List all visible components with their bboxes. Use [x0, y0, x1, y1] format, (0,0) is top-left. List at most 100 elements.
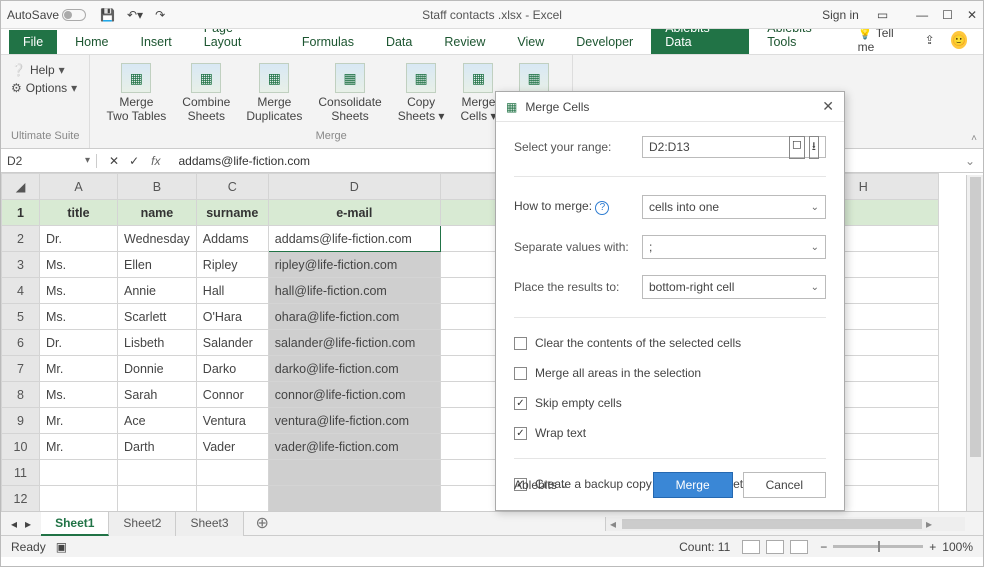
cell[interactable]: Lisbeth — [118, 330, 197, 356]
cell[interactable]: Ace — [118, 408, 197, 434]
cell[interactable] — [40, 486, 118, 512]
row-header[interactable]: 3 — [2, 252, 40, 278]
close-icon[interactable]: ✕ — [967, 8, 977, 22]
ribbon-btn-merge-duplicates[interactable]: ▦MergeDuplicates — [240, 59, 308, 127]
cell[interactable] — [40, 460, 118, 486]
tab-home[interactable]: Home — [61, 30, 122, 54]
chevron-down-icon[interactable]: ⌄ — [811, 202, 819, 213]
cell[interactable]: title — [40, 200, 118, 226]
cell[interactable] — [268, 486, 440, 512]
cell[interactable]: Ms. — [40, 278, 118, 304]
options-button[interactable]: ⚙ Options ▾ — [11, 81, 79, 95]
view-page-break-icon[interactable] — [790, 540, 808, 554]
cell[interactable]: Connor — [196, 382, 268, 408]
row-header[interactable]: 2 — [2, 226, 40, 252]
cell[interactable]: Sarah — [118, 382, 197, 408]
chevron-down-icon[interactable]: ⌄ — [811, 242, 819, 253]
row-header[interactable]: 6 — [2, 330, 40, 356]
cell[interactable]: Mr. — [40, 356, 118, 382]
row-header[interactable]: 8 — [2, 382, 40, 408]
undo-icon[interactable]: ↶▾ — [127, 8, 143, 22]
autosave-toggle[interactable]: AutoSave — [7, 8, 86, 22]
tab-formulas[interactable]: Formulas — [288, 30, 368, 54]
sheet-tab-sheet1[interactable]: Sheet1 — [41, 512, 109, 536]
row-header[interactable]: 11 — [2, 460, 40, 486]
fx-icon[interactable]: fx — [151, 154, 170, 168]
checkbox-wrap-text[interactable]: ✓Wrap text — [514, 426, 826, 440]
tab-file[interactable]: File — [9, 30, 57, 54]
cell[interactable]: hall@life-fiction.com — [268, 278, 440, 304]
cell[interactable]: Ms. — [40, 382, 118, 408]
maximize-icon[interactable]: ☐ — [942, 8, 953, 22]
cell[interactable]: Mr. — [40, 408, 118, 434]
help-button[interactable]: ❔ Help ▾ — [11, 63, 79, 77]
merge-button[interactable]: Merge — [653, 472, 733, 498]
cell[interactable]: Salander — [196, 330, 268, 356]
how-merge-select[interactable]: cells into one⌄ — [642, 195, 826, 219]
expand-formula-bar-icon[interactable]: ⌄ — [957, 154, 983, 168]
tab-view[interactable]: View — [503, 30, 558, 54]
cell[interactable]: Annie — [118, 278, 197, 304]
zoom-in-icon[interactable]: + — [929, 540, 936, 554]
macro-record-icon[interactable]: ▣ — [56, 540, 67, 554]
separator-select[interactable]: ;⌄ — [642, 235, 826, 259]
cell[interactable]: O'Hara — [196, 304, 268, 330]
cell[interactable]: ventura@life-fiction.com — [268, 408, 440, 434]
column-header-A[interactable]: A — [40, 174, 118, 200]
cell[interactable]: Ventura — [196, 408, 268, 434]
cell[interactable]: Ellen — [118, 252, 197, 278]
minimize-icon[interactable]: — — [916, 8, 928, 22]
checkbox-clear-contents[interactable]: Clear the contents of the selected cells — [514, 336, 826, 350]
zoom-out-icon[interactable]: − — [820, 540, 827, 554]
cell[interactable]: name — [118, 200, 197, 226]
help-icon[interactable]: ? — [595, 201, 609, 215]
column-header-B[interactable]: B — [118, 174, 197, 200]
tab-insert[interactable]: Insert — [127, 30, 186, 54]
redo-icon[interactable]: ↷ — [155, 8, 165, 22]
view-normal-icon[interactable] — [742, 540, 760, 554]
tab-review[interactable]: Review — [430, 30, 499, 54]
name-box[interactable]: D2▾ — [1, 154, 97, 168]
zoom-control[interactable]: − + 100% — [820, 540, 973, 554]
cell[interactable]: Darko — [196, 356, 268, 382]
ribbon-btn-merge-two-tables[interactable]: ▦MergeTwo Tables — [100, 59, 172, 127]
cell[interactable]: Ms. — [40, 304, 118, 330]
horizontal-scrollbar[interactable]: ◂▸ — [605, 517, 965, 531]
ribbon-display-icon[interactable]: ▭ — [877, 8, 888, 22]
cell[interactable]: Dr. — [40, 330, 118, 356]
cell[interactable]: Hall — [196, 278, 268, 304]
autosave-switch[interactable] — [62, 9, 86, 21]
chevron-down-icon[interactable]: ▾ — [85, 155, 90, 166]
cell[interactable]: Scarlett — [118, 304, 197, 330]
sheet-tab-sheet2[interactable]: Sheet2 — [109, 512, 176, 536]
ribbon-btn-combine-sheets[interactable]: ▦CombineSheets — [176, 59, 236, 127]
checkbox-skip-empty[interactable]: ✓Skip empty cells — [514, 396, 826, 410]
add-sheet-button[interactable]: ⊕ — [244, 517, 281, 531]
sheet-nav-prev-icon[interactable]: ◂ — [11, 517, 17, 531]
row-header[interactable]: 9 — [2, 408, 40, 434]
select-all-cell[interactable]: ◢ — [2, 174, 40, 200]
zoom-slider[interactable] — [833, 545, 923, 548]
cell[interactable]: Ripley — [196, 252, 268, 278]
cell[interactable]: Wednesday — [118, 226, 197, 252]
vertical-scrollbar[interactable] — [966, 175, 983, 513]
cell[interactable]: darko@life-fiction.com — [268, 356, 440, 382]
save-icon[interactable]: 💾 — [100, 8, 115, 22]
cell[interactable]: Mr. — [40, 434, 118, 460]
column-header-C[interactable]: C — [196, 174, 268, 200]
cell[interactable] — [118, 486, 197, 512]
cell[interactable]: Addams — [196, 226, 268, 252]
ribbon-btn-consolidate-sheets[interactable]: ▦ConsolidateSheets — [312, 59, 387, 127]
sheet-nav-next-icon[interactable]: ▸ — [25, 517, 31, 531]
feedback-icon[interactable]: 🙂 — [951, 31, 967, 49]
cell[interactable]: Darth — [118, 434, 197, 460]
checkbox-merge-all-areas[interactable]: Merge all areas in the selection — [514, 366, 826, 380]
tab-data[interactable]: Data — [372, 30, 426, 54]
row-header[interactable]: 4 — [2, 278, 40, 304]
collapse-ribbon-icon[interactable]: ˄ — [971, 133, 977, 144]
cell[interactable] — [196, 486, 268, 512]
dialog-close-icon[interactable]: ✕ — [822, 98, 834, 115]
sheet-tab-sheet3[interactable]: Sheet3 — [176, 512, 243, 536]
cell[interactable]: Donnie — [118, 356, 197, 382]
cell[interactable]: Dr. — [40, 226, 118, 252]
